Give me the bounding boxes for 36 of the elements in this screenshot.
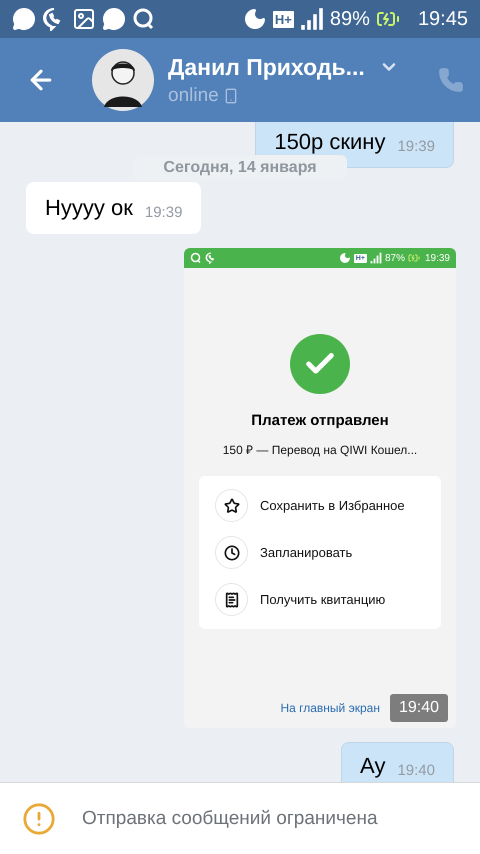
moon-icon <box>338 252 351 264</box>
battery-icon <box>408 252 420 264</box>
action-label[interactable]: Получить квитанцию <box>260 592 386 607</box>
warning-icon <box>22 802 56 836</box>
chat-icon <box>102 7 126 31</box>
signal-icon <box>300 7 324 31</box>
message-time: 19:39 <box>397 138 435 155</box>
message-text: 150р скину <box>274 129 386 155</box>
message-text: Нуууу ок <box>45 195 133 221</box>
home-screen-link[interactable]: На главный экран <box>280 701 380 715</box>
online-status: online <box>168 84 219 106</box>
message-time: 19:40 <box>397 762 435 779</box>
action-label[interactable]: Сохранить в Избранное <box>260 498 405 513</box>
chat-icon <box>12 7 36 31</box>
battery-percent: 87% <box>384 252 405 264</box>
message-time: 19:39 <box>144 204 182 221</box>
avatar[interactable] <box>92 49 154 111</box>
payment-subtitle: 150 ₽ — Перевод на QIWI Кошел... <box>222 442 418 458</box>
star-icon <box>224 498 240 514</box>
signal-icon <box>370 252 382 264</box>
clock: 19:39 <box>424 252 450 264</box>
phone-device-icon <box>222 88 239 104</box>
image-icon <box>72 7 96 31</box>
clock: 19:45 <box>418 8 468 30</box>
network-type: H+ <box>272 10 294 28</box>
date-label: Сегодня, 14 января <box>133 155 347 181</box>
payment-title: Платеж отправлен <box>251 412 389 429</box>
receipt-icon <box>224 592 240 608</box>
moon-icon <box>242 7 267 31</box>
message-time: 19:40 <box>390 694 448 722</box>
contact-name: Данил Приходь... <box>168 54 365 80</box>
action-label[interactable]: Запланировать <box>260 545 352 560</box>
notice-text: Отправка сообщений ограничена <box>82 808 378 830</box>
battery-percent: 89% <box>330 8 370 30</box>
clock-icon <box>224 544 240 560</box>
message-text: Ау <box>360 753 386 779</box>
